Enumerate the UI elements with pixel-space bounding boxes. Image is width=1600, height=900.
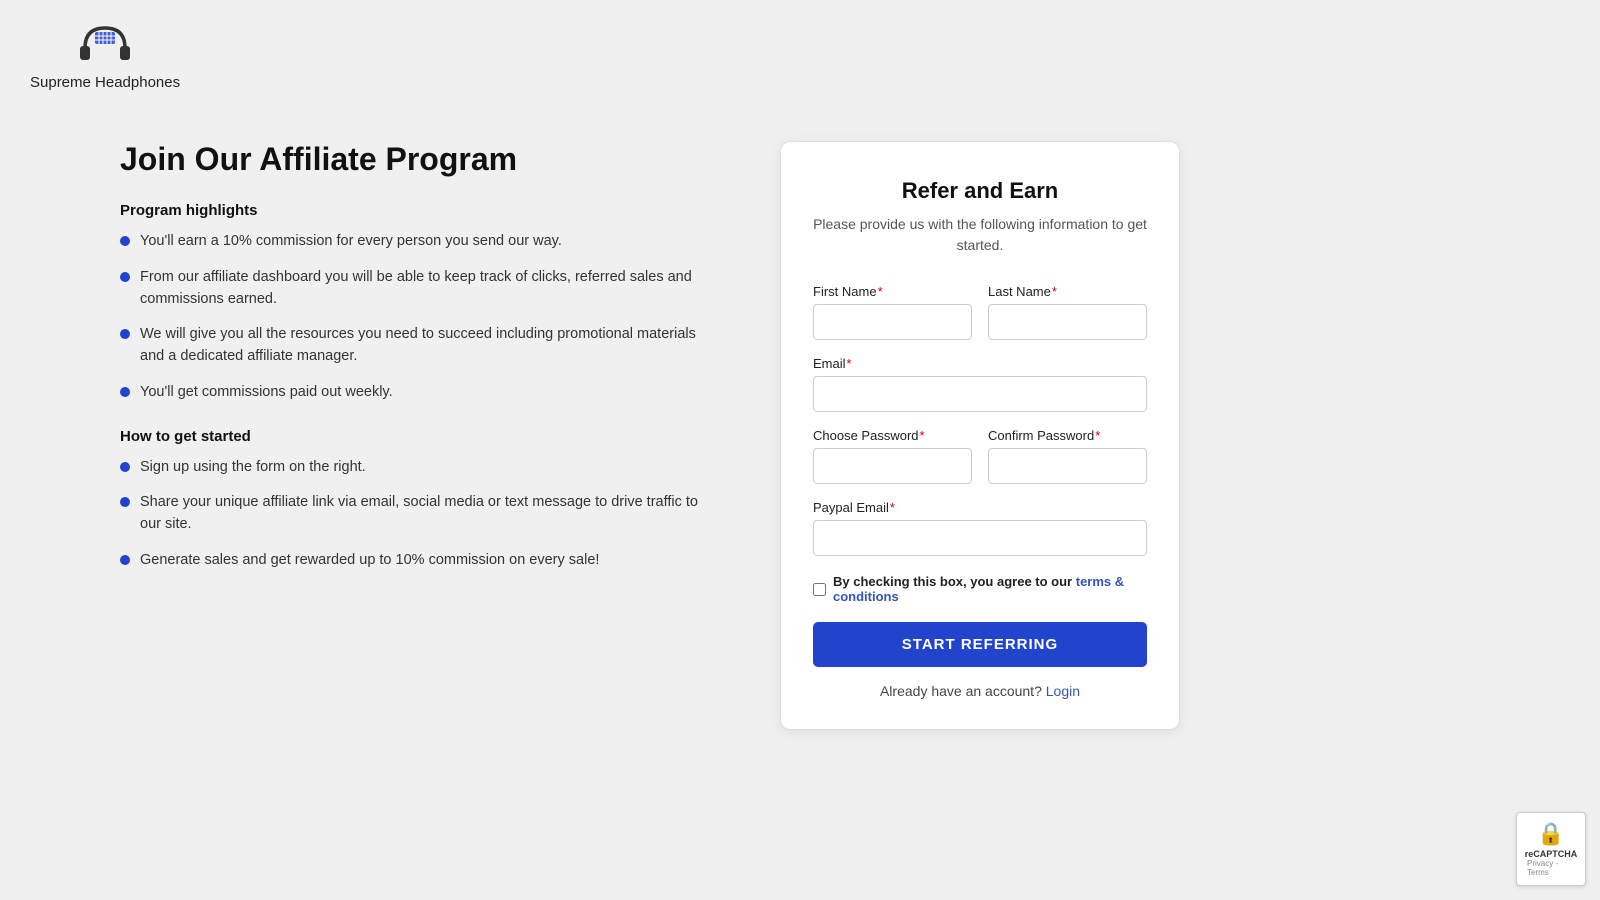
how-text: Share your unique affiliate link via ema… <box>140 492 720 536</box>
highlight-text: We will give you all the resources you n… <box>140 324 720 368</box>
first-name-label: First Name* <box>813 284 972 299</box>
required-star: * <box>1052 284 1057 299</box>
password-row: Choose Password* Confirm Password* <box>813 428 1147 484</box>
login-prompt-text: Already have an account? <box>880 683 1042 699</box>
site-header: Supreme Headphones <box>0 0 1600 111</box>
bullet-icon <box>120 387 130 397</box>
required-star: * <box>847 356 852 371</box>
confirm-password-label: Confirm Password* <box>988 428 1147 443</box>
first-name-input[interactable] <box>813 304 972 340</box>
highlight-text: You'll get commissions paid out weekly. <box>140 382 393 404</box>
paypal-email-input[interactable] <box>813 520 1147 556</box>
how-list: Sign up using the form on the right. Sha… <box>120 457 720 572</box>
recaptcha-icon: 🔒 <box>1537 821 1564 847</box>
choose-password-group: Choose Password* <box>813 428 972 484</box>
recaptcha-label: reCAPTCHA <box>1525 849 1578 859</box>
paypal-email-group: Paypal Email* <box>813 500 1147 556</box>
how-text: Generate sales and get rewarded up to 10… <box>140 550 599 572</box>
list-item: We will give you all the resources you n… <box>120 324 720 368</box>
required-star: * <box>1095 428 1100 443</box>
email-group: Email* <box>813 356 1147 412</box>
recaptcha-badge: 🔒 reCAPTCHA Privacy - Terms <box>1516 812 1586 886</box>
last-name-input[interactable] <box>988 304 1147 340</box>
required-star: * <box>920 428 925 443</box>
last-name-group: Last Name* <box>988 284 1147 340</box>
list-item: Generate sales and get rewarded up to 10… <box>120 550 720 572</box>
how-heading: How to get started <box>120 428 720 445</box>
list-item: You'll earn a 10% commission for every p… <box>120 231 720 253</box>
bullet-icon <box>120 462 130 472</box>
email-input[interactable] <box>813 376 1147 412</box>
required-star: * <box>890 500 895 515</box>
terms-row: By checking this box, you agree to our t… <box>813 574 1147 604</box>
bullet-icon <box>120 272 130 282</box>
bullet-icon <box>120 236 130 246</box>
list-item: Sign up using the form on the right. <box>120 457 720 479</box>
brand-name: Supreme Headphones <box>30 74 180 91</box>
highlights-list: You'll earn a 10% commission for every p… <box>120 231 720 404</box>
bullet-icon <box>120 555 130 565</box>
form-title: Refer and Earn <box>813 178 1147 204</box>
choose-password-input[interactable] <box>813 448 972 484</box>
choose-password-label: Choose Password* <box>813 428 972 443</box>
terms-text: By checking this box, you agree to our t… <box>833 574 1147 604</box>
terms-checkbox[interactable] <box>813 583 826 596</box>
paypal-email-label: Paypal Email* <box>813 500 1147 515</box>
list-item: From our affiliate dashboard you will be… <box>120 267 720 311</box>
signup-form-panel: Refer and Earn Please provide us with th… <box>780 141 1180 730</box>
list-item: You'll get commissions paid out weekly. <box>120 382 720 404</box>
list-item: Share your unique affiliate link via ema… <box>120 492 720 536</box>
page-title: Join Our Affiliate Program <box>120 141 720 178</box>
last-name-label: Last Name* <box>988 284 1147 299</box>
highlight-text: You'll earn a 10% commission for every p… <box>140 231 562 253</box>
confirm-password-input[interactable] <box>988 448 1147 484</box>
left-panel: Join Our Affiliate Program Program highl… <box>120 141 720 596</box>
recaptcha-privacy: Privacy - Terms <box>1527 859 1575 877</box>
bullet-icon <box>120 329 130 339</box>
start-referring-button[interactable]: START REFERRING <box>813 622 1147 667</box>
highlights-heading: Program highlights <box>120 202 720 219</box>
how-text: Sign up using the form on the right. <box>140 457 366 479</box>
email-label: Email* <box>813 356 1147 371</box>
name-row: First Name* Last Name* <box>813 284 1147 340</box>
required-star: * <box>878 284 883 299</box>
headphones-logo-icon <box>75 20 135 70</box>
login-row: Already have an account? Login <box>813 683 1147 699</box>
login-link[interactable]: Login <box>1046 683 1080 699</box>
form-subtitle: Please provide us with the following inf… <box>813 214 1147 256</box>
confirm-password-group: Confirm Password* <box>988 428 1147 484</box>
bullet-icon <box>120 497 130 507</box>
logo-area: Supreme Headphones <box>30 20 180 91</box>
first-name-group: First Name* <box>813 284 972 340</box>
highlight-text: From our affiliate dashboard you will be… <box>140 267 720 311</box>
main-content: Join Our Affiliate Program Program highl… <box>0 111 1600 760</box>
